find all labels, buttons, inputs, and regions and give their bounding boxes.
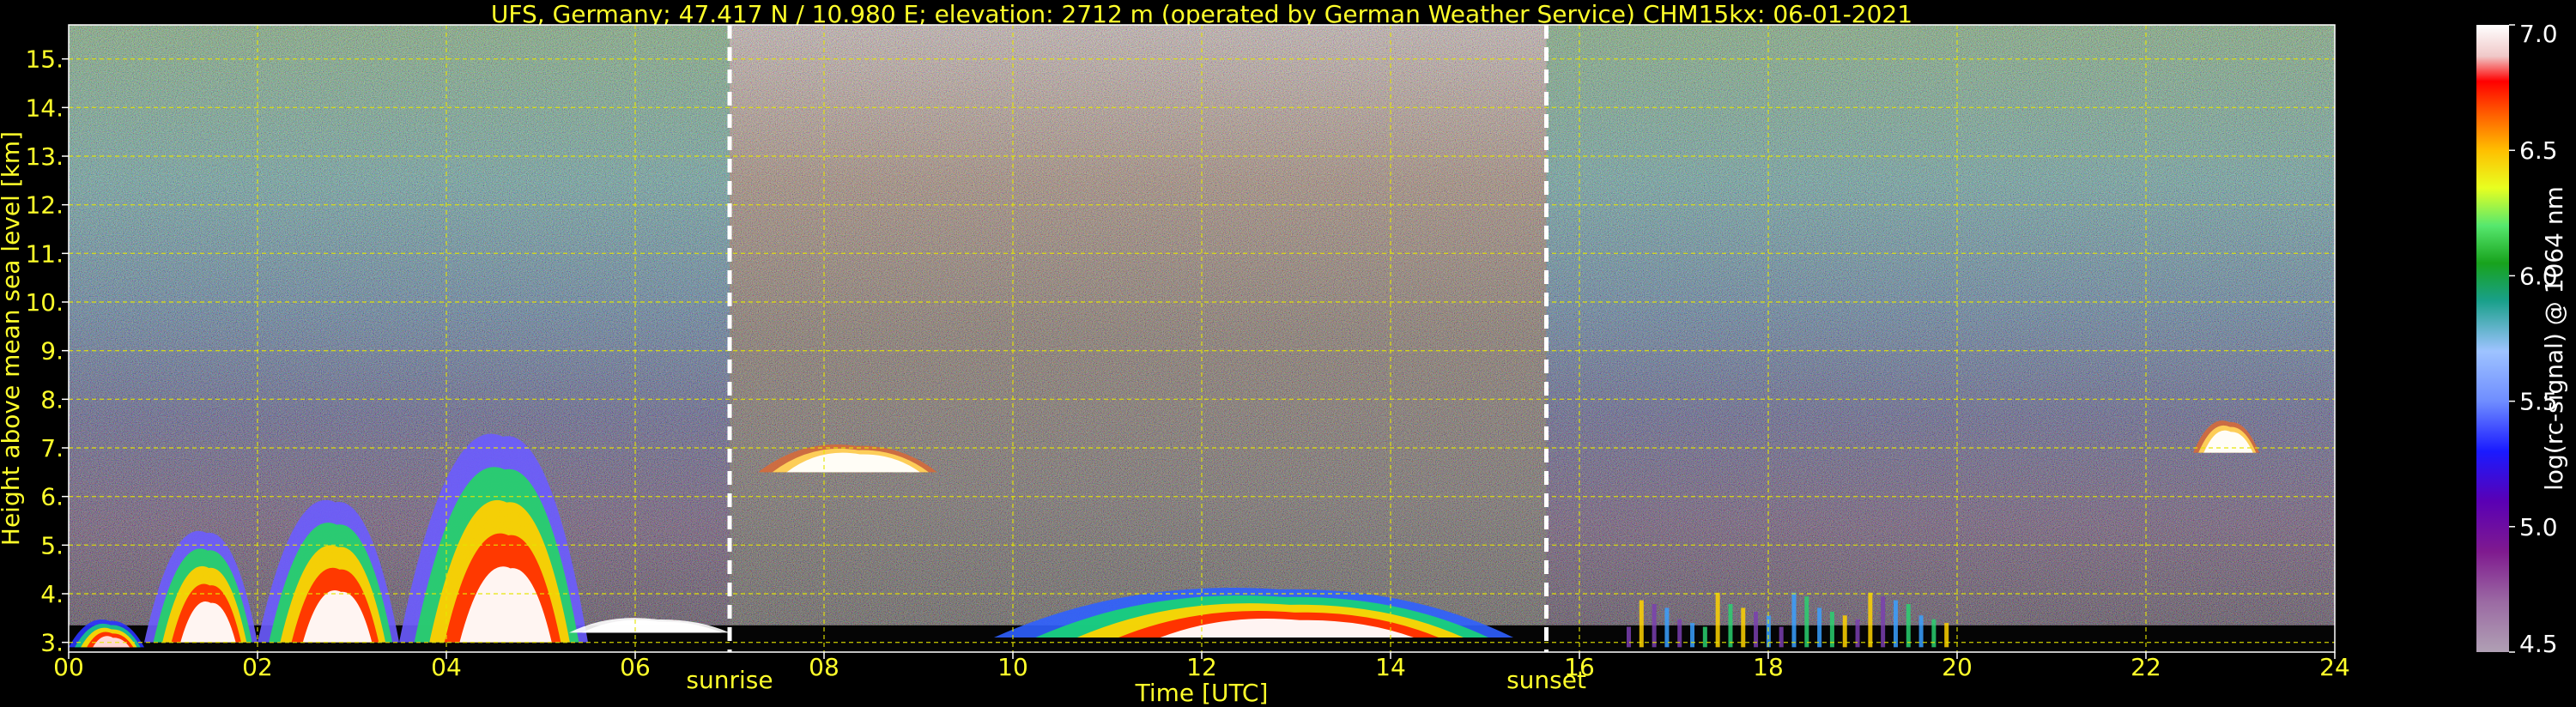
colorbar: 4.55.05.56.06.57.0 log(rc-signal) @ 1064…	[2476, 20, 2568, 658]
feature-column	[1639, 600, 1644, 648]
y-tick-label: 7.	[40, 434, 64, 462]
feature-column	[1702, 626, 1707, 648]
feature-column	[1627, 626, 1631, 648]
y-tick-label: 10.	[25, 288, 64, 317]
feature-column	[1779, 626, 1784, 648]
y-tick-label: 3.	[40, 629, 64, 657]
feature-column	[1690, 623, 1695, 648]
y-axis-ticks: 3. 4. 5. 6. 7. 8. 9. 10. 11. 12. 13. 14. 15.	[25, 45, 69, 657]
x-tick-label: 20	[1942, 653, 1973, 681]
feature-column	[1741, 607, 1746, 648]
y-tick-label: 13.	[25, 142, 64, 171]
y-tick-label: 5.	[40, 531, 64, 559]
x-tick-label: 14	[1375, 653, 1406, 681]
feature-column	[1918, 615, 1924, 648]
x-tick-label: 10	[997, 653, 1028, 681]
y-tick-label: 11.	[25, 239, 64, 268]
x-tick-label: 02	[242, 653, 273, 681]
feature-column	[1868, 592, 1873, 648]
feature-column	[1677, 619, 1682, 648]
colorbar-tick-label: 6.5	[2519, 136, 2558, 165]
x-tick-label: 00	[53, 653, 84, 681]
y-tick-label: 8.	[40, 385, 64, 414]
feature-column	[1652, 604, 1657, 648]
colorbar-tick-label: 7.0	[2519, 20, 2558, 48]
chart-title: UFS, Germany; 47.417 N / 10.980 E; eleva…	[491, 0, 1912, 28]
x-tick-label: 04	[431, 653, 462, 681]
feature-column	[1715, 592, 1720, 648]
y-tick-label: 14.	[25, 94, 64, 122]
y-tick-label: 9.	[40, 337, 64, 366]
colorbar-gradient	[2476, 25, 2509, 652]
ceilometer-chart: UFS, Germany; 47.417 N / 10.980 E; eleva…	[0, 0, 2568, 707]
y-tick-label: 4.	[40, 580, 64, 608]
x-tick-label: 22	[2131, 653, 2161, 681]
y-tick-label: 15.	[25, 45, 64, 74]
x-axis-label: Time [UTC]	[1135, 679, 1269, 707]
feature-column	[1817, 607, 1822, 648]
feature-column	[1893, 600, 1898, 648]
feature-column	[1944, 623, 1949, 648]
feature-column	[1906, 604, 1911, 648]
feature-column	[1804, 596, 1809, 648]
feature-column	[1855, 619, 1860, 648]
colorbar-tick-label: 4.5	[2519, 630, 2558, 658]
y-axis-label: Height above mean sea level [km]	[0, 131, 25, 546]
feature-column	[1931, 619, 1937, 648]
feature-column	[1791, 592, 1797, 648]
y-tick-label: 6.	[40, 483, 64, 511]
y-tick-label: 12.	[25, 191, 64, 220]
colorbar-tick-label: 5.0	[2519, 513, 2558, 541]
colorbar-label: log(rc-signal) @ 1064 nm	[2540, 186, 2568, 491]
event-label-sunrise: sunrise	[686, 666, 773, 694]
x-tick-label: 18	[1753, 653, 1784, 681]
feature-column	[1881, 596, 1886, 648]
feature-column	[1728, 604, 1733, 648]
feature-column	[1664, 607, 1670, 648]
x-tick-label: 08	[809, 653, 839, 681]
x-tick-label: 12	[1186, 653, 1217, 681]
x-tick-label: 16	[1564, 653, 1595, 681]
x-axis-ticks: 00 02 04 06 08 10 12 14 16 18 20 22 24	[53, 652, 2350, 681]
x-tick-label: 06	[620, 653, 651, 681]
x-tick-label: 24	[2319, 653, 2350, 681]
